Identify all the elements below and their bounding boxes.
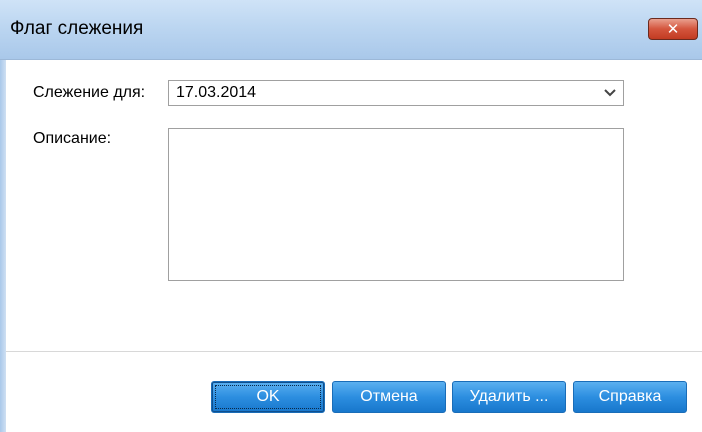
help-button-label: Справка [598,388,662,405]
help-button[interactable]: Справка [573,381,687,413]
divider [6,351,702,352]
title-bar[interactable]: Флаг слежения ✕ [0,0,702,60]
cancel-button[interactable]: Отмена [332,381,446,413]
follow-up-date-value: 17.03.2014 [176,84,257,101]
description-label: Описание: [33,130,112,147]
cancel-button-label: Отмена [360,388,418,405]
close-icon: ✕ [666,20,680,38]
delete-button-label: Удалить ... [469,388,549,405]
description-textarea[interactable] [168,128,624,281]
delete-button[interactable]: Удалить ... [452,381,566,413]
close-button[interactable]: ✕ [648,18,698,40]
follow-up-date-combobox[interactable]: 17.03.2014 [168,80,624,106]
follow-up-flag-dialog: Флаг слежения ✕ Слежение для: 17.03.2014… [0,0,702,432]
follow-up-label: Слежение для: [33,84,146,101]
ok-button[interactable]: OK [211,381,325,413]
chevron-down-icon[interactable] [597,81,623,105]
window-title: Флаг слежения [10,18,144,39]
ok-button-label: OK [256,388,280,405]
